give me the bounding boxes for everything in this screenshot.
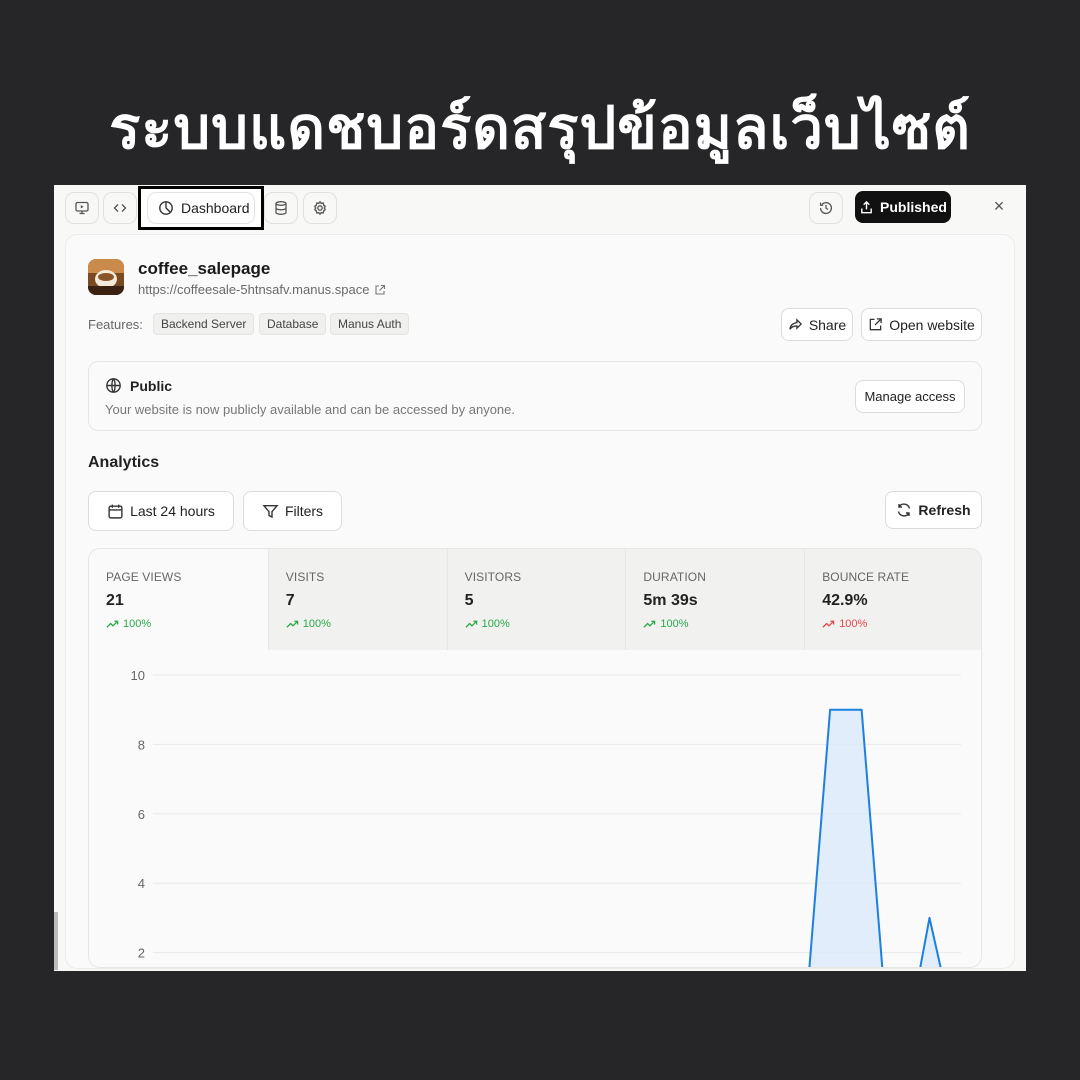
feature-chip: Manus Auth <box>330 313 410 335</box>
preview-button[interactable] <box>65 192 99 224</box>
stat-label: VISITORS <box>464 570 522 584</box>
filters-label: Filters <box>284 503 324 519</box>
trend-up-icon <box>643 620 656 628</box>
stat-change: 100% <box>106 618 151 630</box>
external-link-icon <box>374 284 385 295</box>
refresh-label: Refresh <box>918 502 971 518</box>
stat-value: 7 <box>285 592 295 609</box>
y-tick-label: 2 <box>138 946 145 961</box>
visibility-title-text: Public <box>130 377 173 394</box>
stat-label: DURATION <box>643 570 706 584</box>
trend-up-icon <box>286 620 299 628</box>
close-icon: × <box>993 195 1005 216</box>
open-website-label: Open website <box>889 316 975 333</box>
stats-summary-row: PAGE VIEWS 21 100% VISITS 7 100% VISITOR… <box>89 549 981 650</box>
stat-visits[interactable]: VISITS 7 100% <box>267 549 447 650</box>
code-button[interactable] <box>103 192 137 224</box>
stat-change-value: 100% <box>302 618 331 630</box>
refresh-button[interactable]: Refresh <box>885 491 982 529</box>
stat-visitors[interactable]: VISITORS 5 100% <box>446 549 626 650</box>
settings-button[interactable] <box>303 192 337 224</box>
stat-label: PAGE VIEWS <box>106 570 182 584</box>
y-tick-label: 4 <box>138 876 145 891</box>
stat-change-value: 100% <box>660 618 689 630</box>
stat-change: 100% <box>822 618 867 630</box>
tab-dashboard-label: Dashboard <box>181 200 250 216</box>
refresh-icon <box>898 503 911 517</box>
trend-up-icon <box>822 620 835 628</box>
chart-svg: 10 8 6 4 2 <box>131 668 961 967</box>
stat-duration[interactable]: DURATION 5m 39s 100% <box>625 549 805 650</box>
stat-change-value: 100% <box>839 618 868 630</box>
y-tick-label: 6 <box>138 807 145 822</box>
time-range-label: Last 24 hours <box>130 503 215 519</box>
stat-change: 100% <box>286 618 331 630</box>
visibility-box: Public Your website is now publicly avai… <box>88 361 982 431</box>
database-icon <box>275 201 287 215</box>
code-icon <box>113 204 127 212</box>
stat-value: 21 <box>106 592 124 609</box>
trend-up-icon <box>106 620 119 628</box>
app-url-text: https://coffeesale-5htnsafv.manus.space <box>138 282 370 297</box>
tab-dashboard-highlight[interactable]: Dashboard <box>138 186 264 230</box>
stat-change-value: 100% <box>481 618 510 630</box>
app-name: coffee_salepage <box>138 259 271 278</box>
page-headline: ระบบแดชบอร์ดสรุปข้อมูลเว็บไซต์ <box>109 94 971 162</box>
close-button[interactable]: × <box>988 195 1010 217</box>
stat-value: 5 <box>464 592 474 609</box>
visibility-title: Public <box>105 377 172 394</box>
series-area <box>809 709 941 967</box>
time-range-select[interactable]: Last 24 hours <box>88 491 234 531</box>
upload-icon <box>861 200 872 213</box>
tab-dashboard[interactable]: Dashboard <box>147 192 255 224</box>
database-button[interactable] <box>264 192 298 224</box>
analytics-title: Analytics <box>88 454 160 471</box>
stat-bounce-rate[interactable]: BOUNCE RATE 42.9% 100% <box>804 549 981 650</box>
pie-chart-icon <box>159 201 173 215</box>
share-button[interactable]: Share <box>781 308 853 341</box>
manage-access-button[interactable]: Manage access <box>855 380 965 413</box>
calendar-icon <box>108 504 123 519</box>
stat-value: 42.9% <box>822 592 868 609</box>
page-views-chart: 10 8 6 4 2 <box>89 650 981 967</box>
y-tick-label: 10 <box>131 668 145 683</box>
project-card: coffee_salepage https://coffeesale-5htns… <box>65 234 1015 969</box>
feature-chip: Database <box>259 313 327 335</box>
app-thumbnail <box>88 259 124 295</box>
trend-up-icon <box>465 620 477 628</box>
scrollbar-thumb[interactable] <box>54 912 58 970</box>
share-label: Share <box>808 316 847 333</box>
open-website-button[interactable]: Open website <box>861 308 982 341</box>
filters-button[interactable]: Filters <box>243 491 342 531</box>
stat-label: VISITS <box>285 570 325 584</box>
dashboard-panel: Dashboard Published × coffee_salepage ht… <box>54 185 1026 971</box>
stat-change: 100% <box>465 618 510 630</box>
stat-change-value: 100% <box>123 618 152 630</box>
gear-icon <box>313 200 327 216</box>
feature-chip: Backend Server <box>153 313 255 335</box>
stat-change: 100% <box>643 618 689 630</box>
monitor-play-icon <box>75 201 89 215</box>
analytics-stats: PAGE VIEWS 21 100% VISITS 7 100% VISITOR… <box>88 548 982 968</box>
features-label: Features: <box>88 317 143 332</box>
stat-value: 5m 39s <box>643 592 698 609</box>
app-url-link[interactable]: https://coffeesale-5htnsafv.manus.space <box>138 282 386 297</box>
stat-label: BOUNCE RATE <box>822 570 910 584</box>
share-icon <box>789 318 802 330</box>
history-icon <box>819 202 833 215</box>
external-link-icon <box>869 318 882 331</box>
stat-page-views[interactable]: PAGE VIEWS 21 100% <box>89 549 268 650</box>
history-button[interactable] <box>809 192 843 224</box>
globe-icon <box>106 378 121 393</box>
visibility-description: Your website is now publicly available a… <box>105 402 516 417</box>
published-label: Published <box>880 199 947 215</box>
filter-icon <box>262 504 279 518</box>
published-button[interactable]: Published <box>855 191 951 223</box>
y-tick-label: 8 <box>138 737 145 752</box>
